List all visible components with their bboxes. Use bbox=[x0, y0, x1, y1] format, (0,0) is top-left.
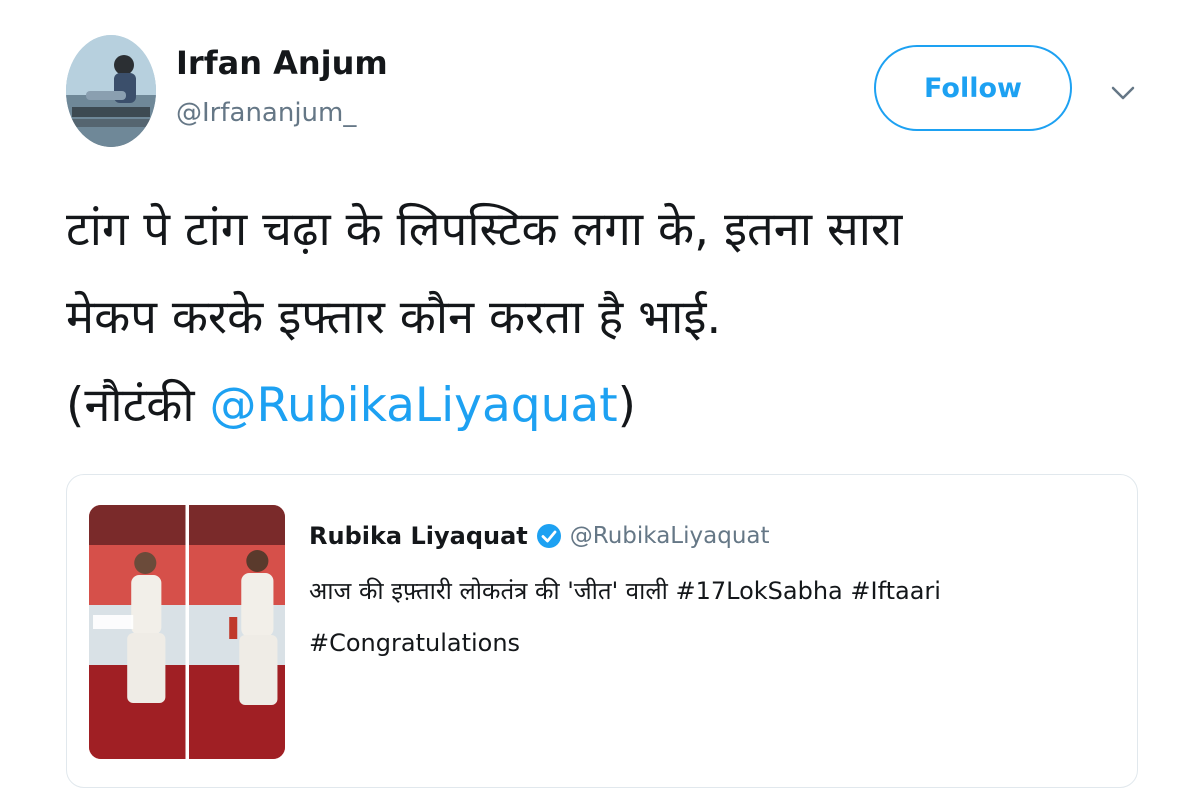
quoted-tweet-media[interactable] bbox=[89, 505, 285, 759]
author-name[interactable]: Irfan Anjum bbox=[176, 44, 388, 82]
quoted-text-line-1: आज की इफ़्तारी लोकतंत्र की 'जीत' वाली #1… bbox=[309, 577, 941, 605]
quoted-text-line-2: #Congratulations bbox=[309, 629, 521, 657]
quoted-photo-right bbox=[188, 505, 285, 759]
quoted-author-row[interactable]: Rubika Liyaquat @RubikaLiyaquat bbox=[309, 519, 770, 553]
tweet-text: टांग पे टांग चढ़ा के लिपस्टिक लगा के, इत… bbox=[66, 186, 1166, 450]
verified-badge-icon bbox=[536, 523, 562, 549]
author-handle[interactable]: @Irfananjum_ bbox=[176, 98, 356, 128]
quoted-tweet-card[interactable]: Rubika Liyaquat @RubikaLiyaquat आज की इफ… bbox=[66, 474, 1138, 788]
quoted-author-handle[interactable]: @RubikaLiyaquat bbox=[570, 523, 770, 549]
tweet-text-line-3-prefix: (नौटंकी bbox=[66, 378, 210, 433]
avatar-image bbox=[66, 35, 156, 147]
follow-button[interactable]: Follow bbox=[874, 45, 1072, 131]
quoted-author-name[interactable]: Rubika Liyaquat bbox=[309, 522, 528, 550]
tweet-text-line-3-suffix: ) bbox=[617, 378, 636, 433]
author-avatar[interactable] bbox=[66, 35, 156, 147]
tweet-text-line-2: मेकप करके इफ्तार कौन करता है भाई. bbox=[66, 290, 722, 345]
tweet-text-line-1: टांग पे टांग चढ़ा के लिपस्टिक लगा के, इत… bbox=[66, 202, 903, 257]
quoted-photo-left bbox=[89, 505, 186, 759]
quoted-tweet-text: आज की इफ़्तारी लोकतंत्र की 'जीत' वाली #1… bbox=[309, 565, 1109, 669]
mention-link[interactable]: @RubikaLiyaquat bbox=[210, 378, 618, 433]
chevron-down-icon[interactable] bbox=[1110, 80, 1136, 106]
